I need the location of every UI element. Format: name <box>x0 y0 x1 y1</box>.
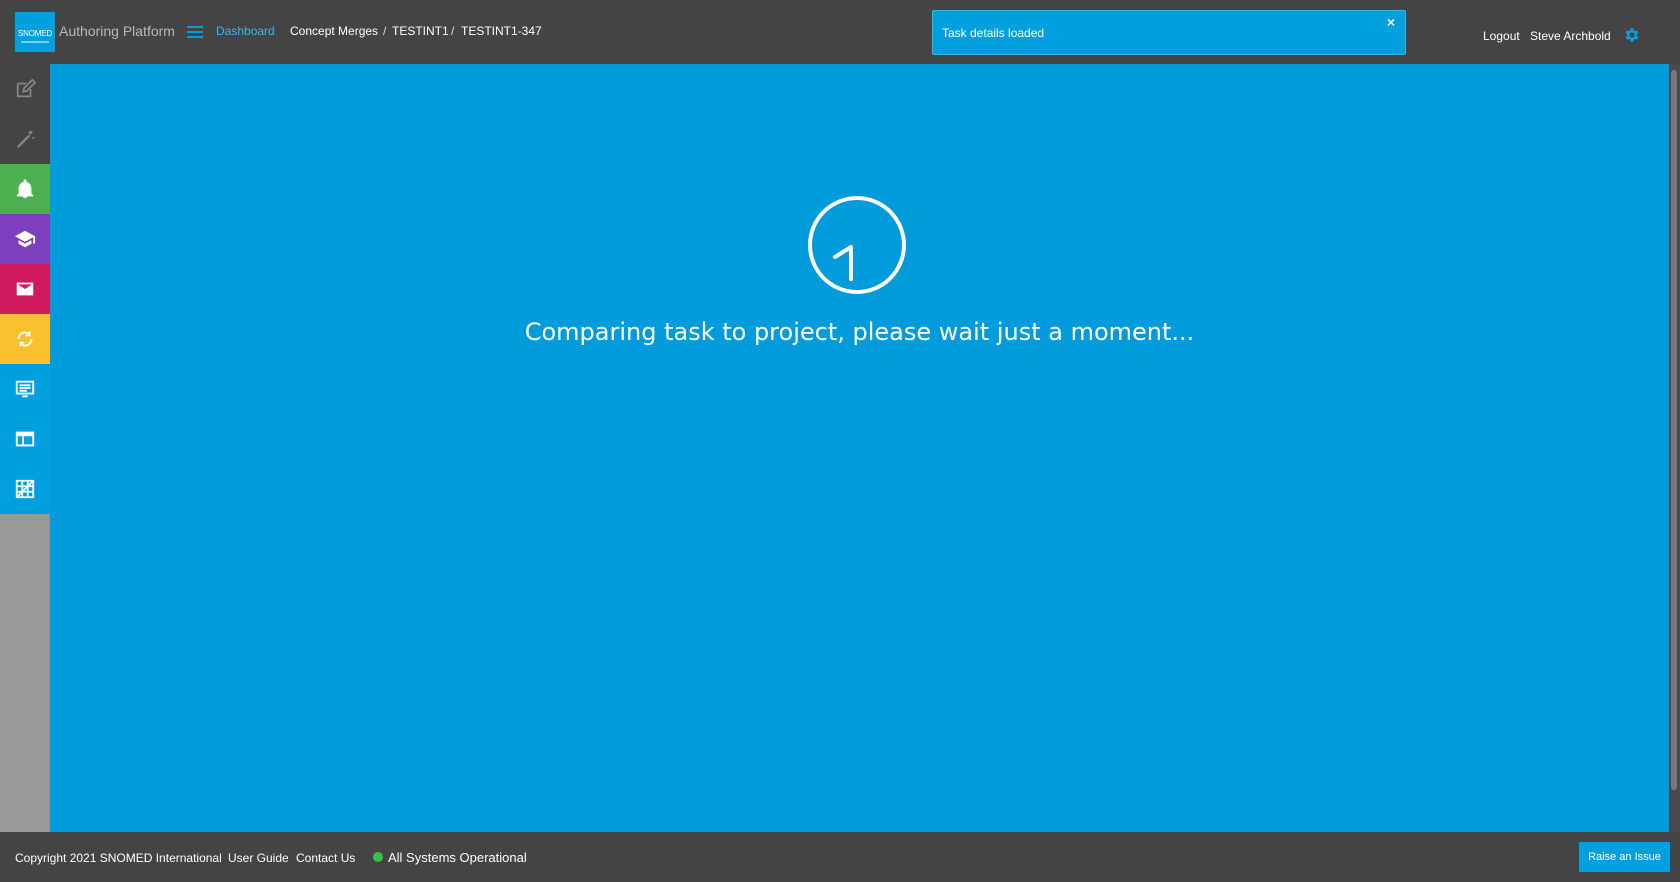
breadcrumb-concept-merges[interactable]: Concept Merges <box>290 24 378 38</box>
loading-message: Comparing task to project, please wait j… <box>524 318 1195 346</box>
contact-us-link[interactable]: Contact Us <box>296 851 355 865</box>
hamburger-menu-icon[interactable] <box>187 26 203 38</box>
system-status[interactable]: All Systems Operational <box>388 850 527 865</box>
graduation-cap-icon <box>14 230 36 248</box>
sidebar-item-notifications[interactable] <box>0 164 50 214</box>
gear-icon[interactable] <box>1623 26 1641 44</box>
sidebar-item-training[interactable] <box>0 214 50 264</box>
sidebar-item-list[interactable] <box>0 364 50 414</box>
breadcrumb-separator: / <box>383 24 387 38</box>
sidebar-item-messages[interactable] <box>0 264 50 314</box>
monitor-list-icon <box>15 380 35 398</box>
app-title: Authoring Platform <box>59 23 175 39</box>
logout-link[interactable]: Logout <box>1483 29 1520 43</box>
sidebar-item-edit[interactable] <box>0 64 50 115</box>
status-indicator-icon <box>373 852 383 862</box>
logo-underline <box>21 41 49 43</box>
bell-icon <box>16 179 34 199</box>
close-icon[interactable]: × <box>1387 14 1395 30</box>
loading-spinner-icon <box>808 196 906 294</box>
breadcrumb-task: TESTINT1-347 <box>461 24 542 38</box>
snomed-logo[interactable]: SNOMED <box>15 12 55 52</box>
sidebar-item-magic[interactable] <box>0 114 50 164</box>
sync-icon <box>17 330 33 348</box>
grid-icon <box>15 479 35 499</box>
left-sidebar <box>0 64 50 832</box>
breadcrumb-dashboard[interactable]: Dashboard <box>216 24 275 38</box>
main-content: Comparing task to project, please wait j… <box>50 64 1669 832</box>
main-scrollbar[interactable] <box>1669 64 1680 832</box>
browser-window-icon <box>15 431 35 447</box>
top-header: SNOMED Authoring Platform Dashboard Conc… <box>0 0 1680 64</box>
toast-message: Task details loaded <box>942 26 1045 40</box>
raise-issue-button[interactable]: Raise an Issue <box>1579 842 1670 872</box>
sidebar-item-sync[interactable] <box>0 314 50 364</box>
user-guide-link[interactable]: User Guide <box>228 851 289 865</box>
magic-wand-icon <box>16 129 35 149</box>
breadcrumb-project[interactable]: TESTINT1 <box>392 24 449 38</box>
username[interactable]: Steve Archbold <box>1530 29 1611 43</box>
breadcrumb-separator: / <box>451 24 455 38</box>
footer: Copyright 2021 SNOMED International User… <box>0 832 1680 882</box>
sidebar-item-grid[interactable] <box>0 464 50 514</box>
mail-icon <box>16 282 34 296</box>
sidebar-item-browser[interactable] <box>0 414 50 464</box>
copyright-text: Copyright 2021 SNOMED International <box>15 851 222 865</box>
scrollbar-thumb[interactable] <box>1671 70 1677 790</box>
notification-toast: Task details loaded × <box>932 10 1406 55</box>
edit-icon <box>16 78 36 98</box>
logo-text: SNOMED <box>18 29 52 38</box>
